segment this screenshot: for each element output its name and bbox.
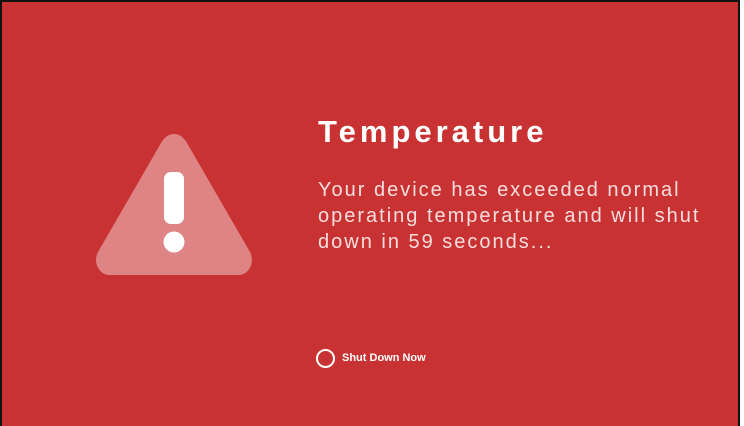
shut-down-now-button[interactable]: Shut Down Now	[316, 345, 426, 371]
shut-down-now-label: Shut Down Now	[342, 352, 426, 364]
temperature-alert-screen: Temperature Your device has exceeded nor…	[0, 0, 740, 426]
alert-title: Temperature	[318, 114, 548, 149]
radio-circle-icon[interactable]	[316, 348, 335, 368]
warning-triangle-icon	[90, 128, 258, 278]
alert-message: Your device has exceeded normal operatin…	[318, 179, 701, 253]
